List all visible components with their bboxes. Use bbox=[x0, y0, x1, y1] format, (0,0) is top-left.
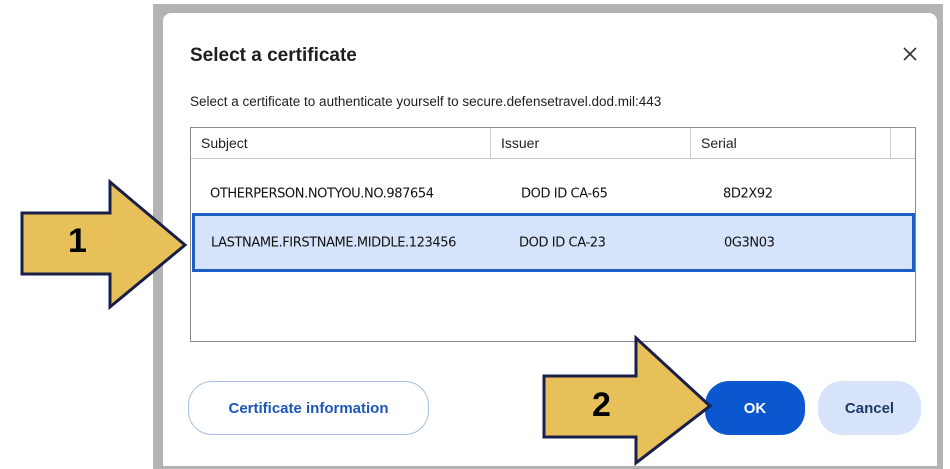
callout-label-1: 1 bbox=[68, 222, 87, 260]
callout-arrow-1 bbox=[20, 178, 188, 311]
callout-label-2: 2 bbox=[592, 386, 611, 424]
callout-arrow-2 bbox=[542, 334, 713, 467]
callout-overlay bbox=[20, 178, 713, 467]
